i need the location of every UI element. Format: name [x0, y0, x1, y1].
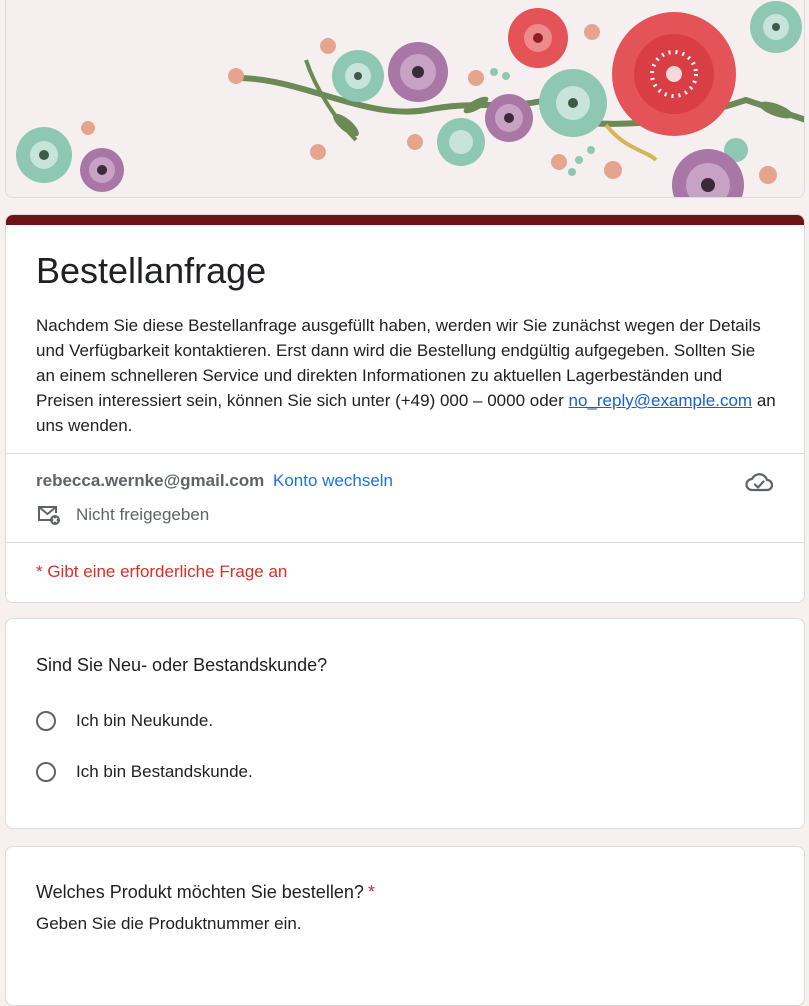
question-title: Welches Produkt möchten Sie bestellen? * — [36, 879, 375, 905]
form-header-card: Bestellanfrage Nachdem Sie diese Bestell… — [5, 214, 805, 603]
divider — [6, 542, 804, 543]
account-row: rebecca.wernke@gmail.com Konto wechseln — [36, 469, 393, 493]
share-status-row: Nicht freigegeben — [36, 503, 209, 527]
switch-account-link[interactable]: Konto wechseln — [273, 471, 393, 490]
required-question-note: * Gibt eine erforderliche Frage an — [36, 562, 288, 581]
form-title: Bestellanfrage — [36, 250, 267, 291]
contact-email-link[interactable]: no_reply@example.com — [569, 391, 753, 410]
radio-option-neukunde[interactable]: Ich bin Neukunde. — [36, 711, 213, 731]
cloud-check-icon — [745, 473, 774, 492]
question-card-customer-type: Sind Sie Neu- oder Bestandskunde? Ich bi… — [5, 618, 805, 829]
question-title-text: Welches Produkt möchten Sie bestellen? — [36, 882, 364, 902]
radio-button[interactable] — [36, 711, 56, 731]
form-description: Nachdem Sie diese Bestellanfrage ausgefü… — [36, 313, 776, 438]
radio-label: Ich bin Neukunde. — [76, 711, 214, 730]
required-marker: * — [367, 882, 375, 902]
header-banner-image — [5, 0, 805, 198]
question-hint: Geben Sie die Produktnummer ein. — [36, 914, 302, 933]
radio-option-bestandskunde[interactable]: Ich bin Bestandskunde. — [36, 762, 253, 782]
share-status-text: Nicht freigegeben — [76, 505, 210, 524]
mail-off-icon — [38, 506, 60, 525]
radio-label: Ich bin Bestandskunde. — [76, 762, 253, 781]
question-title: Sind Sie Neu- oder Bestandskunde? — [36, 655, 328, 675]
question-card-product: Welches Produkt möchten Sie bestellen? * … — [5, 846, 805, 1006]
divider — [6, 453, 804, 454]
radio-button[interactable] — [36, 762, 56, 782]
theme-color-bar — [6, 215, 804, 225]
account-email: rebecca.wernke@gmail.com — [36, 471, 265, 490]
